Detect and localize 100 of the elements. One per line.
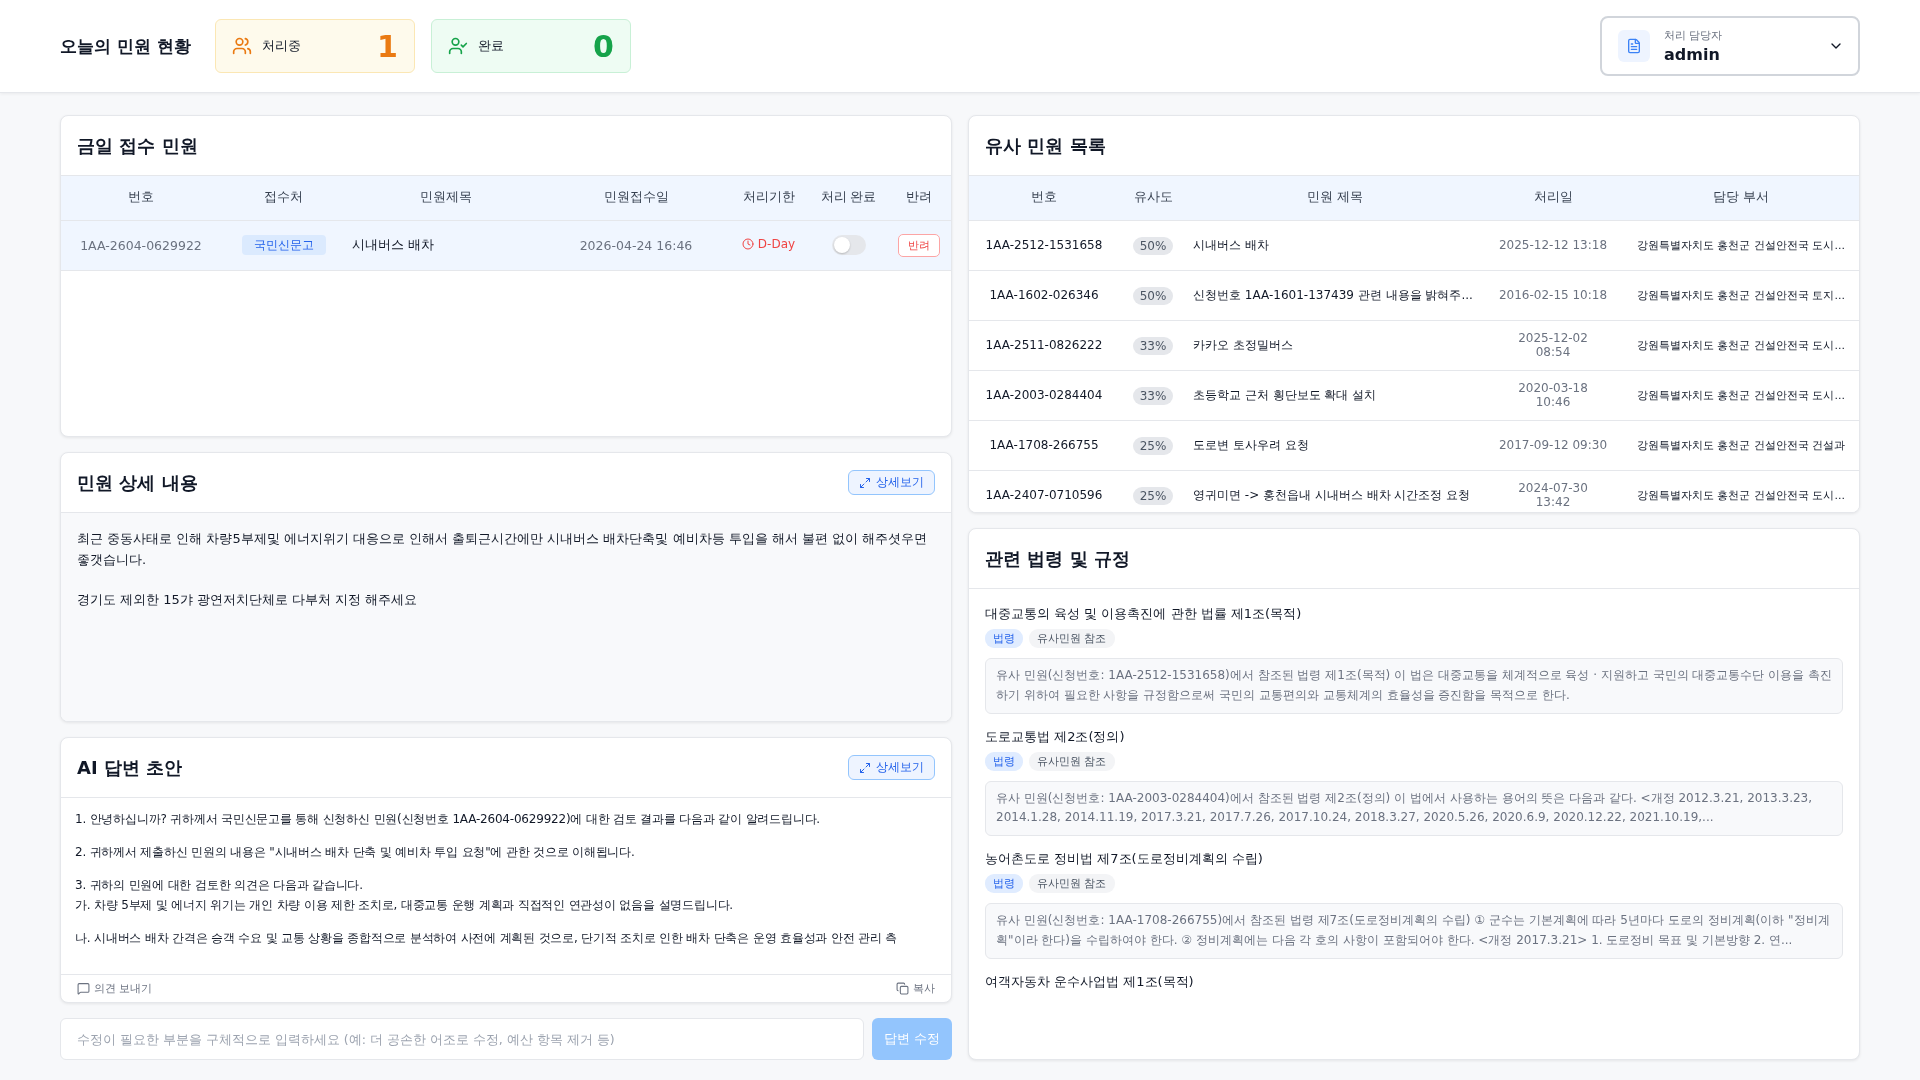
- law-tag: 법령: [985, 629, 1023, 648]
- assignee-label: 처리 담당자: [1664, 28, 1724, 43]
- answer-text: 1. 안녕하십니까? 귀하께서 국민신문고를 통해 신청하신 민원(신청번호 1AA-2604-0629922)에 대한 검토 결과를 다음과 같이 알려드립니다.: [75, 811, 821, 828]
- table-cell: 강원특별자치도 홍천군 건설안전국 도시...: [1637, 488, 1845, 502]
- column-header: 민원접수일: [546, 176, 726, 220]
- answer-text: 나. 시내버스 배차 간격은 승객 수요 및 교통 상황을 종합적으로 분석하여 사전에 계획된 것으로, 단기적 조치로 인한 배차 단축은 운영 효율성과 안전 관리 측: [75, 929, 898, 947]
- panel-title: 유사 민원 목록: [985, 133, 1106, 158]
- reject-button[interactable]: 반려: [897, 233, 940, 257]
- table-cell: 강원특별자치도 홍천군 건설안전국 도시...: [1637, 388, 1845, 402]
- copy-icon: [896, 982, 909, 995]
- status-label: 처리중: [261, 37, 302, 55]
- people-icon: [231, 36, 252, 56]
- table-cell: 2020-03-18 10:46: [1483, 370, 1623, 420]
- law-tag: 유사민원 참조: [1029, 629, 1115, 648]
- answer-text: 3. 귀하의 민원에 대한 검토한 의견은 다음과 같습니다. 가. 차량 5부제 및 에너지 위기는 개인 차량 이용 제한 조치로, 대중교통 운행 계획과 직접적인 연관성이 없음을 설명드립니다.: [75, 877, 734, 914]
- answer-text: 2. 귀하께서 제출하신 민원의 내용은 "시내버스 배차 단축 및 예비차 투입 요청"에 관한 것으로 이해됩니다.: [75, 844, 636, 862]
- table-cell: 강원특별자치도 홍천군 건설안전국 건설과: [1636, 438, 1846, 452]
- clock-icon: [741, 238, 754, 250]
- table-cell: 1AA-2407-0710596: [969, 470, 1119, 512]
- column-header: 담당 부서: [1623, 176, 1859, 220]
- page-title: 오늘의 민원 현황: [60, 34, 191, 58]
- complaint-text: 경기도 제외한 15갸 광연저치단체로 다부처 지정 해주세요: [77, 590, 419, 609]
- law-title: 여객자동차 운수사업법 제1조(목적): [985, 972, 1195, 991]
- similar-row[interactable]: 1AA-1708-266755 25% 도로변 토사우려 요청 2017-09-12 09:30 강원특별자치도 홍천군 건설안전국 건설과: [969, 420, 1859, 470]
- deadline-text: D-Day: [741, 237, 796, 251]
- column-header: 접수처: [221, 176, 346, 220]
- similar-row[interactable]: 1AA-2512-1531658 50% 시내버스 배차 2025-12-12 13:18 강원특별자치도 홍천군 건설안전국 도시...: [969, 220, 1859, 270]
- law-title: 농어촌도로 정비법 제7조(도로정비계획의 수립): [985, 850, 1264, 869]
- law-excerpt: 유사 민원(신청번호: 1AA-2003-0284404)에서 참조된 법령 제2조(정의) 이 법에서 사용하는 용어의 뜻은 다음과 같다. <개정 2012.3.21, 2013.3.23, 2014.1.28, 2014.11.19, 2017.3.21, 2017.7.26, 2017.10.24, 2018.3.27, 2020.5.26, 2020.6.9, 2020.12.22, 2021.10.19,...: [985, 780, 1843, 837]
- column-header: 처리 완료: [811, 176, 886, 220]
- law-tag: 유사민원 참조: [1029, 751, 1115, 771]
- similarity-tag: 50%: [1132, 286, 1174, 305]
- similarity-tag: 25%: [1132, 436, 1174, 455]
- table-cell: 2026-04-24 16:46: [546, 220, 726, 270]
- column-header: 처리일: [1483, 176, 1623, 220]
- similar-row[interactable]: 1AA-2511-0826222 33% 카카오 초정밀버스 2025-12-02 08:54 강원특별자치도 홍천군 건설안전국 도시...: [969, 320, 1859, 370]
- law-tag: 법령: [985, 751, 1023, 771]
- complaint-text: 최근 중동사태로 인해 차량5부제및 에너지위기 대응으로 인해서 출퇴근시간에만 시내버스 배차단축및 예비차등 투입을 해서 불편 없이 해주셧우면 좋갯습니다.: [77, 530, 929, 569]
- table-cell: 1AA-1602-026346: [969, 270, 1119, 320]
- similarity-tag: 50%: [1132, 236, 1174, 255]
- expand-icon: [859, 476, 871, 489]
- panel-title: 민원 상세 내용: [77, 470, 198, 495]
- similar-row[interactable]: 1AA-1602-026346 50% 신청번호 1AA-1601-137439 관련 내용을 밝혀주... 2016-02-15 10:18 강원특별자치도 홍천군 건설안전국 토지...: [969, 270, 1859, 320]
- table-cell: 2025-12-02 08:54: [1483, 320, 1623, 370]
- expand-icon: [859, 761, 871, 774]
- status-count: 0: [592, 28, 614, 64]
- table-cell: 1AA-2604-0629922: [61, 220, 221, 270]
- law-title: 도로교통법 제2조(정의): [985, 727, 1126, 746]
- status-label: 완료: [477, 37, 505, 55]
- status-count: 1: [376, 28, 398, 64]
- table-cell: 1AA-2003-0284404: [969, 370, 1119, 420]
- table-cell: 1AA-2511-0826222: [969, 320, 1119, 370]
- column-header: 번호: [969, 176, 1119, 220]
- similarity-tag: 25%: [1132, 486, 1174, 505]
- table-cell: 강원특별자치도 홍천군 건설안전국 도시...: [1637, 238, 1845, 252]
- table-cell: 2025-12-12 13:18: [1483, 220, 1623, 270]
- table-cell: 강원특별자치도 홍천군 건설안전국 토지...: [1637, 288, 1845, 302]
- source-tag: 국민신문고: [241, 235, 326, 255]
- panel-title: 금일 접수 민원: [77, 133, 198, 158]
- law-excerpt: 유사 민원(신청번호: 1AA-2512-1531658)에서 참조된 법령 제1조(목적) 이 법은 대중교통을 체계적으로 육성 · 지원하고 국민의 대중교통수단 이용을 촉진하기 위하여 필요한 사항을 규정함으로써 국민의 교통편의와 교통체계의 효율성을 증진함을 목적으로 한다.: [985, 658, 1843, 714]
- table-cell: 시내버스 배차: [1193, 237, 1269, 252]
- table-cell: 시내버스 배차: [346, 220, 546, 270]
- table-cell: 2024-07-30 13:42: [1483, 470, 1623, 512]
- column-header: 민원제목: [346, 176, 546, 220]
- done-toggle[interactable]: [831, 235, 866, 255]
- assignee-select[interactable]: 처리 담당자 admin: [1600, 16, 1860, 76]
- table-cell: 영귀미면 -> 홍천읍내 시내버스 배차 시간조정 요청: [1193, 487, 1471, 502]
- law-tag: 유사민원 참조: [1029, 874, 1115, 894]
- column-header: 처리기한: [726, 176, 811, 220]
- copy-button[interactable]: 복사: [896, 981, 935, 996]
- law-tag: 법령: [985, 874, 1023, 894]
- table-cell: 신청번호 1AA-1601-137439 관련 내용을 밝혀주...: [1193, 287, 1473, 302]
- table-cell: 1AA-2512-1531658: [969, 220, 1119, 270]
- expand-button[interactable]: 상세보기: [848, 755, 935, 780]
- similar-row[interactable]: 1AA-2003-0284404 33% 초등학교 근처 횡단보도 확대 설치 2020-03-18 10:46 강원특별자치도 홍천군 건설안전국 도시...: [969, 370, 1859, 420]
- similarity-tag: 33%: [1132, 336, 1174, 355]
- similar-row[interactable]: 1AA-2407-0710596 25% 영귀미면 -> 홍천읍내 시내버스 배차 시간조정 요청 2024-07-30 13:42 강원특별자치도 홍천군 건설안전국 도시...: [969, 470, 1859, 512]
- panel-title: AI 답변 초안: [77, 755, 183, 780]
- table-cell: 2016-02-15 10:18: [1483, 270, 1623, 320]
- column-header: 민원 제목: [1187, 176, 1483, 220]
- people-icon: [447, 36, 468, 56]
- column-header: 유사도: [1119, 176, 1187, 220]
- table-cell: 1AA-1708-266755: [969, 420, 1119, 470]
- column-header: 번호: [61, 176, 221, 220]
- column-header: 반려: [886, 176, 951, 220]
- complaint-row[interactable]: 1AA-2604-0629922 국민신문고 시내버스 배차 2026-04-24 16:46 D-Day 반려: [61, 220, 951, 270]
- table-cell: 초등학교 근처 횡단보도 확대 설치: [1193, 387, 1377, 402]
- panel-title: 관련 법령 및 규정: [985, 546, 1130, 571]
- chat-icon: [77, 982, 90, 995]
- feedback-button[interactable]: 의견 보내기: [77, 981, 153, 996]
- table-cell: 카카오 초정밀버스: [1193, 337, 1293, 352]
- similarity-tag: 33%: [1132, 386, 1174, 405]
- table-cell: 강원특별자치도 홍천군 건설안전국 도시...: [1637, 338, 1845, 352]
- table-cell: 2017-09-12 09:30: [1483, 420, 1623, 470]
- law-title: 대중교통의 육성 및 이용촉진에 관한 법률 제1조(목적): [985, 605, 1303, 623]
- expand-button[interactable]: 상세보기: [848, 470, 935, 495]
- document-icon: [1618, 30, 1650, 62]
- assignee-value: admin: [1664, 45, 1721, 64]
- table-cell: 도로변 토사우려 요청: [1193, 437, 1309, 452]
- law-excerpt: 유사 민원(신청번호: 1AA-1708-266755)에서 참조된 법령 제7조(도로정비계획의 수립) ① 군수는 기본계획에 따라 5년마다 도로의 정비계획(이하 "정비계획"이라 한다)을 수립하여야 한다. ② 정비계획에는 다음 각 호의 사항이 포함되어야 한다. <개정 2017.3.21> 1. 도로정비 목표 및 기본방향 2. 연...: [985, 903, 1843, 959]
